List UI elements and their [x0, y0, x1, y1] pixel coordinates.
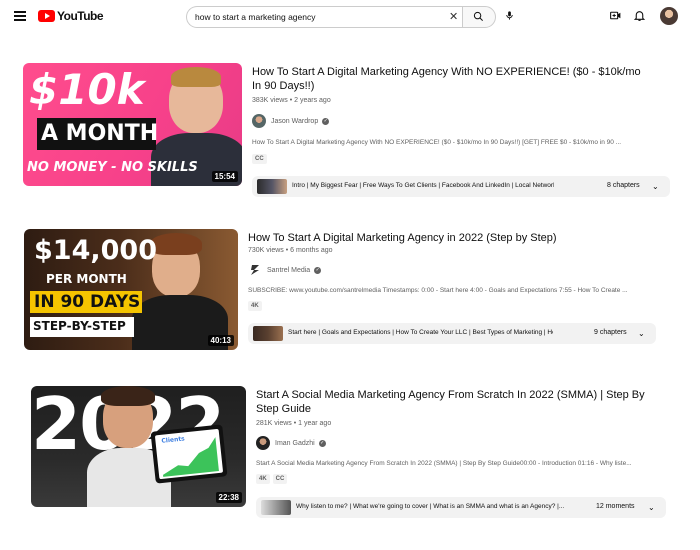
bell-icon	[633, 11, 646, 21]
video-badges-2: 4K	[248, 301, 262, 311]
thumbnail-2-headline: $14,000	[34, 235, 157, 266]
badge-4k: 4K	[256, 474, 270, 484]
chapter-thumbnail-3	[261, 500, 291, 515]
channel-name-1: Jason Wardrop	[271, 117, 319, 125]
video-description-3: Start A Social Media Marketing Agency Fr…	[256, 460, 632, 467]
badge-cc: CC	[272, 474, 288, 484]
santrel-logo-icon	[251, 265, 259, 275]
video-title-3-line2: Step Guide	[256, 403, 312, 415]
channel-avatar-1	[252, 114, 266, 128]
mic-icon	[506, 11, 513, 20]
chapters-count-1: 8 chapters	[607, 182, 640, 189]
video-title-2[interactable]: How To Start A Digital Marketing Agency …	[248, 231, 648, 245]
video-title-1-line1: How To Start A Digital Marketing Agency …	[252, 66, 641, 78]
tablet-graphic: Clients	[150, 424, 228, 484]
chapters-bar-2[interactable]: Start here | Goals and Expectations | Ho…	[248, 323, 656, 344]
search-icon	[473, 11, 483, 21]
create-icon	[610, 11, 621, 20]
chapters-bar-1[interactable]: Intro | My Biggest Fear | Free Ways To G…	[252, 176, 670, 197]
channel-avatar-3	[256, 436, 270, 450]
video-description-1: How To Start A Digital Marketing Agency …	[252, 139, 622, 146]
chapters-bar-3[interactable]: Why listen to me? | What we're going to …	[256, 497, 666, 518]
thumbnail-2-per-month: PER MONTH	[46, 272, 127, 286]
video-badges-1: CC	[252, 154, 267, 164]
verified-icon: ✓	[318, 439, 326, 447]
video-thumbnail-3[interactable]: 2022 Clients 22:38	[31, 386, 246, 507]
video-badges-3: 4K CC	[256, 474, 288, 484]
video-meta-3: 281K views • 1 year ago	[256, 420, 332, 427]
voice-search-button[interactable]	[500, 6, 520, 26]
youtube-logo-text: YouTube	[57, 9, 104, 23]
chapters-text-1: Intro | My Biggest Fear | Free Ways To G…	[292, 182, 554, 189]
growth-chart-icon	[163, 437, 219, 477]
video-title-3[interactable]: Start A Social Media Marketing Agency Fr…	[256, 388, 656, 416]
video-duration-3: 22:38	[215, 492, 242, 503]
top-bar: YouTube ✕	[0, 0, 700, 34]
channel-avatar-2	[248, 263, 262, 277]
chapters-text-2: Start here | Goals and Expectations | Ho…	[288, 329, 553, 336]
video-duration-1: 15:54	[211, 171, 238, 182]
channel-name-2: Santrel Media	[267, 266, 311, 274]
youtube-logo[interactable]: YouTube	[38, 9, 104, 23]
badge-cc: CC	[252, 154, 267, 164]
chevron-down-icon[interactable]: ⌄	[638, 329, 645, 338]
search-button[interactable]	[462, 6, 496, 28]
chapter-thumbnail-2	[253, 326, 283, 341]
search-input[interactable]	[195, 7, 435, 27]
clear-search-icon[interactable]: ✕	[449, 11, 458, 23]
menu-icon[interactable]	[14, 11, 26, 21]
badge-4k: 4K	[248, 301, 262, 311]
create-button[interactable]	[606, 6, 626, 26]
chevron-down-icon[interactable]: ⌄	[652, 182, 659, 191]
video-meta-1: 383K views • 2 years ago	[252, 97, 331, 104]
account-avatar[interactable]	[660, 7, 678, 25]
chapters-count-2: 9 chapters	[594, 329, 627, 336]
channel-link-1[interactable]: Jason Wardrop ✓	[252, 114, 330, 128]
channel-name-3: Iman Gadzhi	[275, 439, 315, 447]
thumbnail-2-step: STEP-BY-STEP	[33, 319, 126, 333]
chapter-thumbnail-1	[257, 179, 287, 194]
verified-icon: ✓	[322, 117, 330, 125]
chapters-count-3: 12 moments	[596, 503, 635, 510]
thumbnail-2-days: IN 90 DAYS	[34, 292, 141, 312]
video-thumbnail-1[interactable]: $10k A MONTH NO MONEY - NO SKILLS 15:54	[23, 63, 242, 186]
thumbnail-1-headline: $10k	[29, 65, 145, 114]
notifications-button[interactable]	[630, 6, 650, 26]
video-description-2: SUBSCRIBE: www.youtube.com/santrelmedia …	[248, 287, 628, 294]
video-meta-2: 730K views • 6 months ago	[248, 247, 333, 254]
chapters-text-3: Why listen to me? | What we're going to …	[296, 503, 565, 510]
search-box[interactable]: ✕	[186, 6, 463, 28]
thumbnail-1-subline: A MONTH	[41, 121, 159, 146]
video-duration-2: 40:13	[207, 335, 234, 346]
channel-link-2[interactable]: Santrel Media ✓	[248, 263, 322, 277]
video-title-1[interactable]: How To Start A Digital Marketing Agency …	[252, 65, 652, 93]
video-title-3-line1: Start A Social Media Marketing Agency Fr…	[256, 389, 645, 401]
channel-link-3[interactable]: Iman Gadzhi ✓	[256, 436, 326, 450]
video-thumbnail-2[interactable]: $14,000 PER MONTH IN 90 DAYS STEP-BY-STE…	[24, 229, 238, 350]
video-title-1-line2: In 90 Days!!)	[252, 80, 315, 92]
chevron-down-icon[interactable]: ⌄	[648, 503, 655, 512]
youtube-play-icon	[38, 10, 55, 22]
thumbnail-1-tagline: NO MONEY - NO SKILLS	[27, 160, 198, 175]
verified-icon: ✓	[314, 266, 322, 274]
